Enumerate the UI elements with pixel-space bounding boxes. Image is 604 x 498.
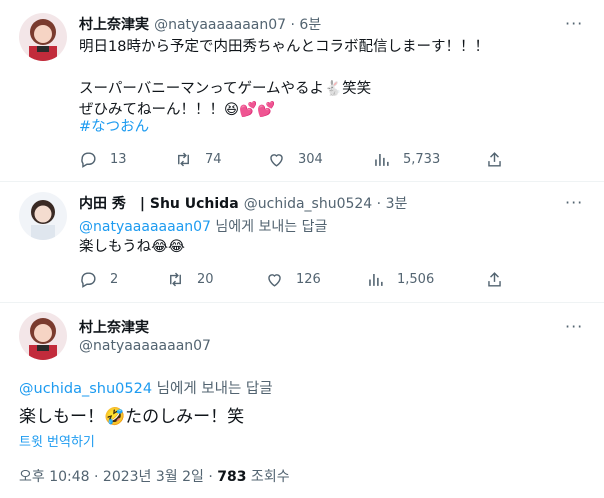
like-button[interactable]: 304 — [267, 150, 323, 169]
retweet-icon — [170, 272, 181, 287]
avatar-natsumi[interactable] — [19, 13, 67, 61]
avatar-natsumi[interactable] — [19, 312, 67, 360]
tweet2-handle[interactable]: @uchida_shu0524 — [244, 196, 372, 212]
translate-link[interactable]: 트윗 번역하기 — [19, 431, 95, 450]
share-button[interactable] — [485, 270, 516, 289]
tweet2-time[interactable]: 3분 — [386, 196, 408, 212]
like-icon — [270, 154, 283, 167]
dot-separator: · — [286, 17, 300, 33]
divider — [0, 181, 604, 182]
views-button[interactable]: 5,733 — [372, 150, 440, 169]
tweet2-header: 内田 秀 | Shu Uchida @uchida_shu0524 · 3분 — [79, 193, 407, 213]
share-icon — [488, 152, 501, 167]
more-icon[interactable]: ··· — [565, 14, 583, 33]
more-icon[interactable]: ··· — [565, 317, 583, 336]
like-button[interactable]: 126 — [265, 270, 321, 289]
reply-icon — [81, 272, 96, 288]
tweet3-reply-context: @uchida_shu0524 님에게 보내는 답글 — [19, 377, 273, 398]
tweet3-text: 楽しもー！🤣たのしみー！笑 — [19, 407, 245, 427]
tweet2-reply-context: @natyaaaaaaan07 님에게 보내는 답글 — [79, 216, 327, 236]
tweet2-text: 楽しもうね😂😂 — [79, 239, 185, 255]
retweet-count: 74 — [205, 152, 222, 167]
views-count: 5,733 — [403, 152, 441, 167]
avatar-image — [19, 13, 67, 61]
tweet2-display-name[interactable]: 内田 秀 | Shu Uchida — [79, 196, 239, 212]
like-count: 126 — [296, 272, 321, 287]
views-icon — [369, 273, 383, 286]
more-icon[interactable]: ··· — [565, 193, 583, 212]
tweet1-handle[interactable]: @natyaaaaaaan07 — [154, 17, 286, 33]
reply-to-link[interactable]: @uchida_shu0524 — [19, 381, 152, 397]
tweet3-meta: 오후 10:48 · 2023년 3월 2일 · 783 조회수 — [19, 466, 290, 486]
reply-to-suffix: 님에게 보내는 답글 — [152, 381, 273, 397]
reply-to-link[interactable]: @natyaaaaaaan07 — [79, 219, 211, 235]
reply-icon — [81, 152, 96, 168]
tweet1-text: 明日18時から予定で内田秀ちゃんとコラボ配信しまーす！！！ スーパーバニーマンっ… — [79, 39, 489, 118]
like-count: 304 — [298, 152, 323, 167]
retweet-icon — [178, 152, 189, 167]
tweet3-display-name[interactable]: 村上奈津実 — [79, 317, 149, 337]
tweet3-handle[interactable]: @natyaaaaaaan07 — [79, 338, 211, 354]
tweet1-header: 村上奈津実 @natyaaaaaaan07 · 6분 — [79, 14, 321, 34]
reply-button[interactable]: 2 — [79, 270, 118, 289]
reply-to-suffix: 님에게 보내는 답글 — [210, 219, 328, 235]
tweet1-display-name[interactable]: 村上奈津実 — [79, 17, 149, 33]
tweet3-view-label: 조회수 — [246, 469, 290, 485]
tweet3-view-count: 783 — [217, 469, 247, 485]
tweet1-time[interactable]: 6분 — [299, 17, 321, 33]
views-button[interactable]: 1,506 — [366, 270, 434, 289]
reply-count: 13 — [110, 152, 127, 167]
views-icon — [375, 153, 389, 166]
avatar-image — [19, 192, 67, 240]
reply-count: 2 — [110, 272, 119, 287]
retweet-count: 20 — [197, 272, 214, 287]
dot-separator: · — [372, 196, 386, 212]
retweet-button[interactable]: 74 — [174, 150, 222, 169]
share-button[interactable] — [485, 150, 516, 169]
retweet-button[interactable]: 20 — [166, 270, 214, 289]
share-icon — [488, 272, 501, 287]
views-count: 1,506 — [397, 272, 435, 287]
reply-button[interactable]: 13 — [79, 150, 127, 169]
tweet1-hashtag[interactable]: #なつおん — [79, 117, 149, 138]
avatar-image — [19, 312, 67, 360]
divider — [0, 302, 604, 303]
tweet3-timestamp[interactable]: 오후 10:48 · 2023년 3월 2일 · — [19, 469, 217, 485]
avatar-shu[interactable] — [19, 192, 67, 240]
like-icon — [268, 274, 281, 287]
